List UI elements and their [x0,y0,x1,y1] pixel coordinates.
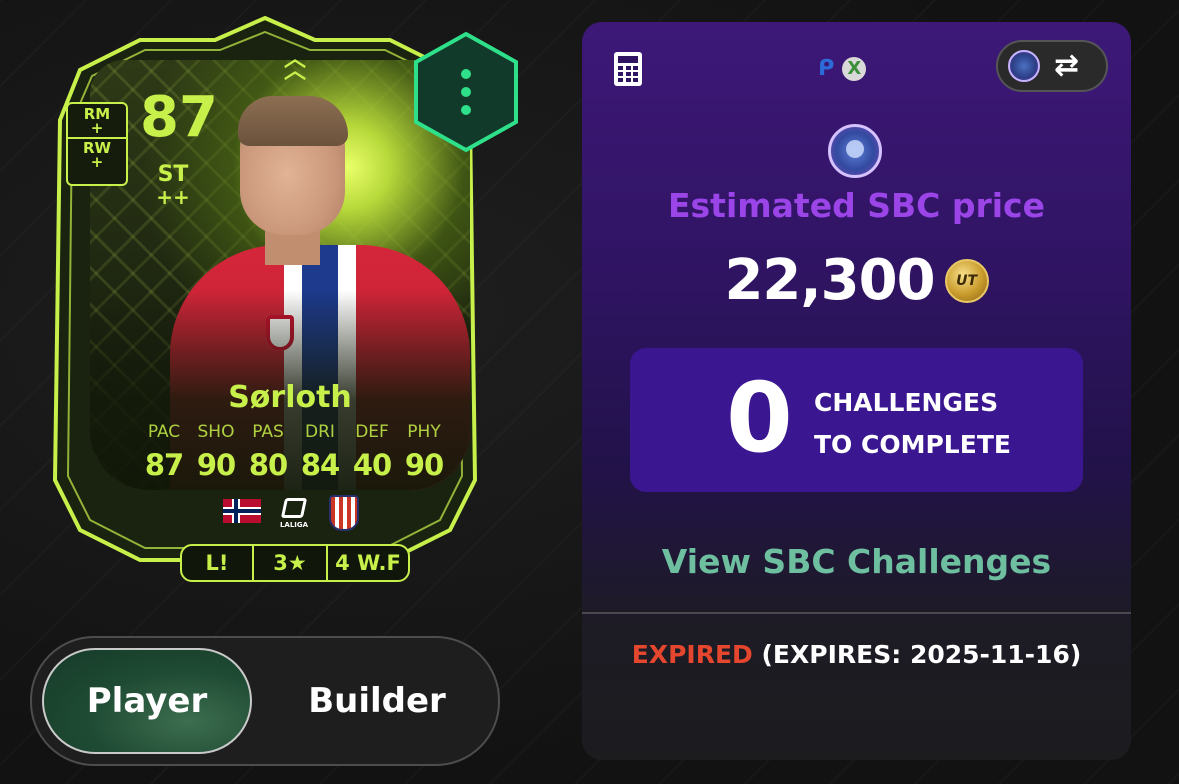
player-name: Sørloth [228,380,352,415]
toggle-builder[interactable]: Builder [272,648,482,754]
stat-labels: PAC SHO PAS DRI DEF PHY [138,422,450,442]
stat-label: PAC [147,422,181,442]
stat-value: 40 [352,448,392,482]
stat-value: 90 [404,448,444,482]
divider [582,612,1131,614]
stat-label: SHO [197,422,235,442]
trait-bar: L! 3★ 4 W.F [180,544,410,582]
trait-weak-foot: 4 W.F [326,544,410,582]
stat-value: 84 [300,448,340,482]
sbc-badge-icon [828,124,882,178]
swap-button[interactable]: ⇄ [996,40,1108,92]
trait-playstyle: L! [180,544,254,582]
stat-label: PAS [252,422,284,442]
alt-positions: RM + RW + [66,102,128,186]
xbox-icon [842,56,867,81]
sbc-badge-icon [1008,50,1040,82]
position-plus: ++ [156,185,190,209]
chevron-up-icon: ︿ ︿ [284,47,307,84]
more-vertical-icon[interactable] [410,30,522,154]
estimated-price-label: Estimated SBC price [668,186,1045,225]
player-card[interactable]: ︿ ︿ 87 ST ++ RM + RW + Sørloth PAC SHO PA… [30,10,518,585]
stat-value: 87 [144,448,184,482]
coin-icon: UT [944,258,989,303]
player-position: ST [157,162,189,187]
laliga-logo-icon: LALIGA [276,498,312,529]
playstation-icon: ᑭ [818,56,835,81]
norway-flag-icon [223,499,261,523]
alt-position-plus: + [90,119,104,137]
challenges-box: 0 CHALLENGES TO COMPLETE [630,348,1083,492]
stat-values: 87 90 80 84 40 90 [138,448,450,482]
player-hair [238,96,348,146]
sbc-price: 22,300 [724,248,935,313]
challenges-line-2: TO COMPLETE [814,430,1011,459]
stat-label: DRI [305,422,335,442]
player-rating: 87 [140,85,218,150]
club-crest-icon [329,495,359,531]
challenges-count: 0 [726,362,793,474]
view-sbc-challenges-link[interactable]: View SBC Challenges [582,542,1131,581]
view-toggle: Player Builder [30,636,500,766]
expiry-status: EXPIRED (EXPIRES: 2025-11-16) [582,640,1131,669]
challenges-label: CHALLENGES TO COMPLETE [814,382,1011,466]
stat-label: DEF [355,422,389,442]
expired-label: EXPIRED [631,640,753,669]
calculator-icon[interactable] [614,52,642,86]
platform-icons: ᑭ [818,56,867,81]
stat-value: 90 [196,448,236,482]
stat-label: PHY [407,422,441,442]
trait-skill-moves: 3★ [254,544,326,582]
expires-date: (EXPIRES: 2025-11-16) [761,640,1082,669]
alt-position-plus: + [90,153,104,171]
toggle-player[interactable]: Player [42,648,252,754]
stat-value: 80 [248,448,288,482]
swap-icon: ⇄ [1054,48,1080,83]
sbc-panel: ᑭ ⇄ Estimated SBC price 22,300 UT 0 CHAL… [582,22,1131,760]
challenges-line-1: CHALLENGES [814,388,999,417]
price-row: 22,300 UT [582,248,1131,313]
